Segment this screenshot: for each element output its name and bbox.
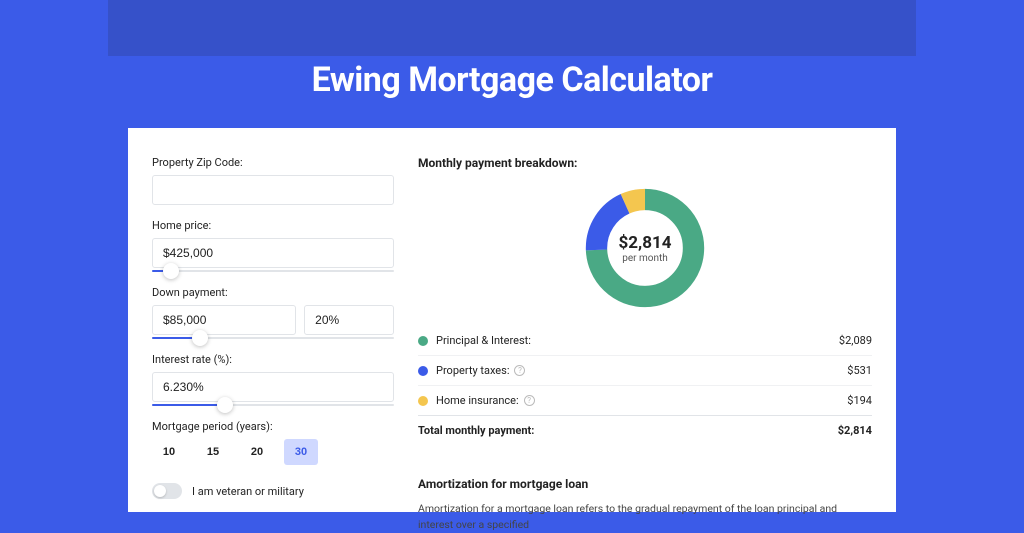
- legend-swatch: [418, 336, 428, 346]
- donut-chart-wrap: $2,814 per month: [418, 178, 872, 326]
- rate-label: Interest rate (%):: [152, 353, 394, 366]
- period-field-group: Mortgage period (years): 10 15 20 30: [152, 420, 394, 465]
- veteran-label: I am veteran or military: [192, 485, 304, 498]
- slider-handle[interactable]: [217, 397, 233, 413]
- breakdown-column: Monthly payment breakdown: $2,814 per mo…: [418, 156, 896, 512]
- period-options: 10 15 20 30: [152, 439, 394, 465]
- legend-list: Principal & Interest:$2,089Property taxe…: [418, 326, 872, 415]
- rate-slider[interactable]: [152, 404, 394, 406]
- toggle-knob: [154, 485, 166, 497]
- calculator-card: Property Zip Code: Home price: Down paym…: [128, 128, 896, 512]
- period-option-30[interactable]: 30: [284, 439, 318, 465]
- legend-label: Principal & Interest:: [436, 334, 839, 347]
- price-input[interactable]: [152, 238, 394, 268]
- zip-field-group: Property Zip Code:: [152, 156, 394, 205]
- donut-amount: $2,814: [619, 233, 672, 253]
- rate-input[interactable]: [152, 372, 394, 402]
- price-label: Home price:: [152, 219, 394, 232]
- legend-swatch: [418, 366, 428, 376]
- down-field-group: Down payment:: [152, 286, 394, 339]
- breakdown-title: Monthly payment breakdown:: [418, 156, 872, 170]
- legend-total-row: Total monthly payment: $2,814: [418, 415, 872, 445]
- veteran-toggle[interactable]: [152, 483, 182, 499]
- slider-handle[interactable]: [163, 263, 179, 279]
- down-label: Down payment:: [152, 286, 394, 299]
- legend-total-label: Total monthly payment:: [418, 424, 838, 437]
- help-icon[interactable]: ?: [524, 395, 535, 406]
- slider-track: [152, 270, 394, 272]
- header-shadow: [108, 0, 916, 56]
- veteran-row: I am veteran or military: [152, 483, 394, 499]
- legend-row: Principal & Interest:$2,089: [418, 326, 872, 355]
- legend-swatch: [418, 396, 428, 406]
- slider-handle[interactable]: [192, 330, 208, 346]
- donut-sub: per month: [622, 253, 668, 264]
- input-column: Property Zip Code: Home price: Down paym…: [128, 156, 418, 512]
- legend-label: Property taxes:?: [436, 364, 847, 377]
- legend-value: $194: [847, 394, 872, 407]
- page-title: Ewing Mortgage Calculator: [0, 60, 1024, 100]
- donut-chart: $2,814 per month: [581, 184, 709, 312]
- period-option-15[interactable]: 15: [196, 439, 230, 465]
- help-icon[interactable]: ?: [514, 365, 525, 376]
- down-percent-input[interactable]: [304, 305, 394, 335]
- amortization-block: Amortization for mortgage loan Amortizat…: [418, 463, 872, 533]
- zip-input[interactable]: [152, 175, 394, 205]
- legend-total-value: $2,814: [838, 424, 872, 437]
- price-field-group: Home price:: [152, 219, 394, 272]
- legend-value: $531: [847, 364, 872, 377]
- amortization-text: Amortization for a mortgage loan refers …: [418, 501, 872, 533]
- period-option-10[interactable]: 10: [152, 439, 186, 465]
- period-label: Mortgage period (years):: [152, 420, 394, 433]
- slider-fill: [152, 404, 225, 406]
- zip-label: Property Zip Code:: [152, 156, 394, 169]
- down-slider[interactable]: [152, 337, 394, 339]
- donut-center: $2,814 per month: [581, 184, 709, 312]
- legend-row: Property taxes:?$531: [418, 355, 872, 385]
- rate-field-group: Interest rate (%):: [152, 353, 394, 406]
- legend-row: Home insurance:?$194: [418, 385, 872, 415]
- period-option-20[interactable]: 20: [240, 439, 274, 465]
- legend-value: $2,089: [839, 334, 872, 347]
- legend-label: Home insurance:?: [436, 394, 847, 407]
- down-amount-input[interactable]: [152, 305, 296, 335]
- amortization-title: Amortization for mortgage loan: [418, 477, 872, 491]
- price-slider[interactable]: [152, 270, 394, 272]
